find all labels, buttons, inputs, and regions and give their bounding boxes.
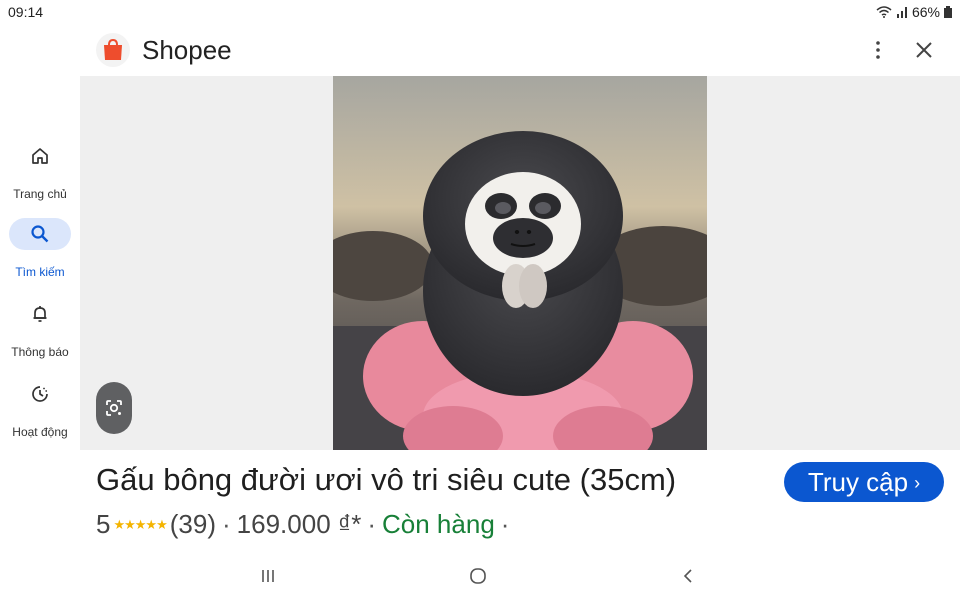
- home-icon: [9, 140, 71, 172]
- bell-icon: [9, 298, 71, 330]
- back-chevron-icon: [683, 569, 692, 583]
- product-title[interactable]: Gấu bông đười ươi vô tri siêu cute (35cm…: [96, 462, 676, 498]
- signal-icon: [896, 7, 907, 18]
- more-options-icon[interactable]: [868, 40, 888, 60]
- battery-icon: [944, 6, 952, 18]
- availability-status: Còn hàng: [382, 509, 495, 539]
- shopee-logo-icon: [96, 33, 130, 67]
- sidebar-item-label: Thông báo: [11, 345, 69, 359]
- sidebar-item-search[interactable]: Tìm kiếm: [0, 218, 80, 288]
- lens-icon: [106, 400, 122, 416]
- sidebar-item-label: Trang chủ: [13, 187, 67, 201]
- lens-search-button[interactable]: [96, 382, 132, 434]
- home-button[interactable]: [463, 564, 493, 588]
- sidebar-item-notifications[interactable]: Thông báo: [0, 298, 80, 368]
- app-header: Shopee: [80, 26, 960, 74]
- recent-apps-button[interactable]: [253, 564, 283, 588]
- activity-icon: [9, 378, 71, 410]
- visit-button[interactable]: Truy cập ›: [784, 462, 944, 502]
- visit-button-label: Truy cập: [807, 466, 909, 497]
- recent-apps-icon: [262, 570, 274, 582]
- sidebar-item-home[interactable]: Trang chủ: [0, 140, 80, 210]
- wifi-icon: [876, 6, 892, 18]
- system-navigation-bar: [0, 556, 960, 600]
- rating-value: 5: [96, 509, 111, 539]
- review-count: (39): [169, 509, 216, 539]
- sidebar-item-activity[interactable]: Hoạt động: [0, 378, 80, 448]
- product-meta: 5 ★★★★★ (39) · 169.000 ₫* · Còn hàng ·: [96, 509, 515, 540]
- status-time: 09:14: [8, 4, 44, 20]
- status-indicators: 66%: [876, 4, 952, 20]
- home-circle-icon: [470, 568, 486, 584]
- image-preview-area: [80, 76, 960, 450]
- separator: ·: [222, 509, 231, 539]
- product-image[interactable]: [333, 76, 707, 450]
- separator: ·: [500, 509, 510, 539]
- back-button[interactable]: [673, 564, 703, 588]
- sidebar-item-label: Tìm kiếm: [15, 265, 65, 279]
- app-title: Shopee: [142, 35, 232, 65]
- close-icon[interactable]: [912, 38, 936, 62]
- separator: ·: [367, 509, 377, 539]
- chevron-right-icon: ›: [914, 473, 921, 493]
- status-bar: 09:14 66%: [0, 0, 960, 26]
- battery-percent: 66%: [911, 4, 940, 20]
- sidebar-item-label: Hoạt động: [12, 425, 68, 439]
- product-price: 169.000 ₫*: [236, 509, 362, 539]
- rating-stars: ★★★★★: [113, 516, 167, 532]
- search-icon: [9, 218, 71, 250]
